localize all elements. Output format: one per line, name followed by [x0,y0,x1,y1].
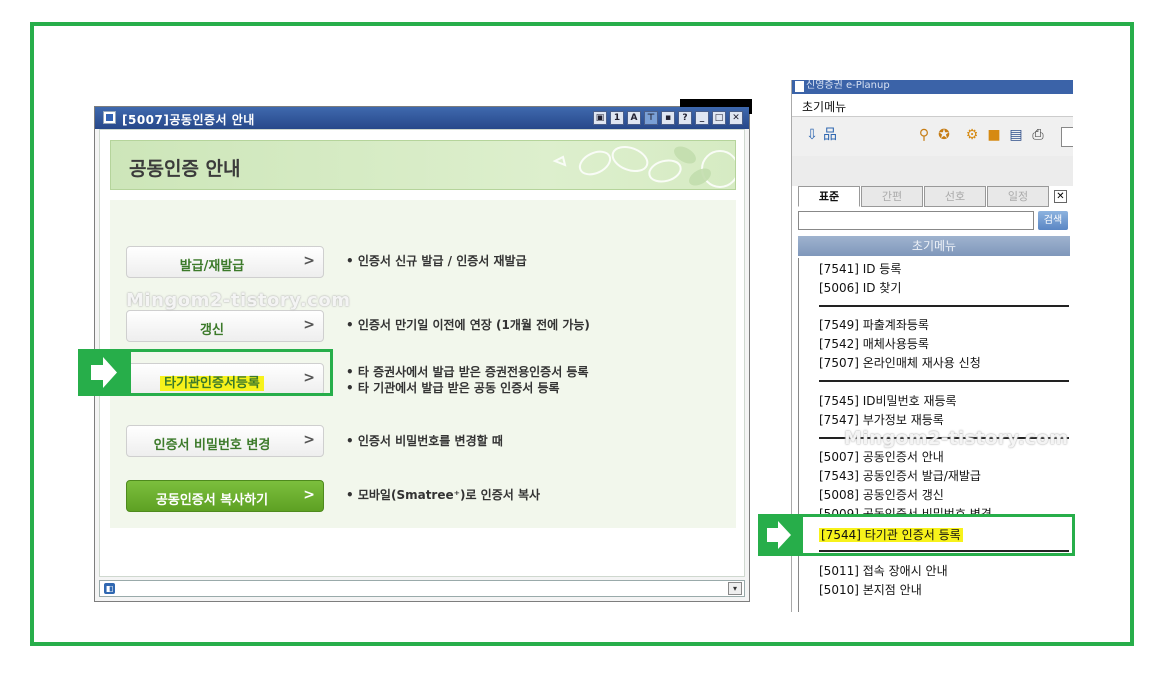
list-item[interactable]: [7507] 온라인매체 재사용 신청 [819,354,981,371]
network-icon[interactable]: 品 [822,127,838,143]
highlight-box [800,514,1075,556]
watermark: Mingom2-tistory.com [126,290,351,311]
award-icon[interactable]: ✪ [936,127,952,143]
tab-favorite[interactable]: 선호 [924,186,986,207]
minimize-icon[interactable]: _ [695,111,709,125]
page-header: 공동인증 안내 [110,140,736,190]
renew-description: • 인증서 만기일 이전에 연장 (1개월 전에 가능) [346,318,590,332]
popup-icon[interactable]: ▪ [661,111,675,125]
arrow-badge [758,514,803,556]
issue-description: • 인증서 신규 발급 / 인증서 재발급 [346,254,527,268]
tab-standard[interactable]: 표준 [798,186,860,207]
dropdown-button[interactable]: ▾ [728,582,742,595]
issue-reissue-button[interactable]: 발급/재발급 > [126,246,324,278]
status-bar: ◧ ▾ [99,580,745,597]
toolbar: ⇩ 品 ⚲ ✪ ⚙ ■ ▤ ⎙ [792,116,1073,158]
register-other-description: • 타 증권사에서 발급 받은 증권전용인증서 등록 • 타 기관에서 발급 받… [346,365,589,395]
copy-certificate-button[interactable]: 공동인증서 복사하기 > [126,480,324,512]
divider [819,305,1069,307]
tab-schedule[interactable]: 일정 [987,186,1049,207]
help-button[interactable]: ? [678,111,692,125]
gear-icon[interactable]: ⚙ [964,127,980,143]
app-icon [795,81,804,92]
chevron-right-icon: > [303,487,315,503]
section-header: 초기메뉴 [798,236,1070,256]
list-item[interactable]: [7541] ID 등록 [819,260,901,277]
titlebar-buttons: ▣ 1 A ⊤ ▪ ? _ □ ✕ [593,111,743,125]
search-icon[interactable]: ⚲ [916,127,932,143]
search-button[interactable]: 검색 [1038,211,1068,230]
chevron-right-icon: > [303,253,315,269]
list-item[interactable]: [5006] ID 찾기 [819,279,901,296]
list-item[interactable]: [7549] 파출계좌등록 [819,316,929,333]
restore-icon[interactable]: ▣ [593,111,607,125]
pin-icon[interactable]: ⊤ [644,111,658,125]
number-one-button[interactable]: 1 [610,111,624,125]
app-titlebar: 신영증권 e-Planup [792,80,1073,94]
info-icon: ◧ [104,583,115,594]
chevron-right-icon: > [303,317,315,333]
list-item[interactable]: [7543] 공동인증서 발급/재발급 [819,467,981,484]
close-icon[interactable]: ✕ [729,111,743,125]
toolbar-gap [792,156,1073,186]
list-item[interactable]: [5010] 본지점 안내 [819,581,922,598]
lock-icon[interactable]: ■ [986,127,1002,143]
highlight-box [128,349,333,396]
list-item[interactable]: [7545] ID비밀번호 재등록 [819,392,957,409]
app-icon [103,111,116,124]
change-password-description: • 인증서 비밀번호를 변경할 때 [346,434,503,448]
renew-button[interactable]: 갱신 > [126,310,324,342]
download-icon[interactable]: ⇩ [804,127,820,143]
list-item[interactable]: [5009] 공동인증서 비밀번호 변경 [819,505,992,514]
save-icon[interactable]: ▤ [1008,127,1024,143]
watermark: Mingom2-tistory.com [844,428,1069,449]
change-password-button[interactable]: 인증서 비밀번호 변경 > [126,425,324,457]
print-icon[interactable]: ⎙ [1030,127,1046,143]
font-a-button[interactable]: A [627,111,641,125]
list-item[interactable]: [7542] 매체사용등록 [819,335,929,352]
copy-certificate-description: • 모바일(Smatree⁺)로 인증서 복사 [346,488,541,502]
page-title: 공동인증 안내 [129,158,241,180]
tab-simple[interactable]: 간편 [861,186,923,207]
close-icon[interactable]: ✕ [1054,190,1067,203]
list-item[interactable]: [5008] 공동인증서 갱신 [819,486,944,503]
menu-label[interactable]: 초기메뉴 [802,98,846,115]
divider [819,380,1069,382]
leaf-decoration-icon [552,145,735,188]
window-titlebar[interactable]: [5007]공동인증서 안내 ▣ 1 A ⊤ ▪ ? _ □ ✕ [95,107,749,129]
arrow-right-icon [91,357,117,388]
list-item[interactable]: [7547] 부가정보 재등록 [819,411,944,428]
chevron-right-icon: > [303,432,315,448]
window-title: [5007]공동인증서 안내 [122,113,255,127]
arrow-badge [78,349,130,396]
search-input[interactable] [798,211,1034,230]
list-item[interactable]: [5011] 접속 장애시 안내 [819,562,948,579]
list-item[interactable]: [5007] 공동인증서 안내 [819,448,944,465]
maximize-icon[interactable]: □ [712,111,726,125]
arrow-right-icon [767,521,791,549]
toolbar-input[interactable] [1061,127,1073,147]
menu-tabs: 표준 간편 선호 일정 ✕ [798,186,1069,208]
